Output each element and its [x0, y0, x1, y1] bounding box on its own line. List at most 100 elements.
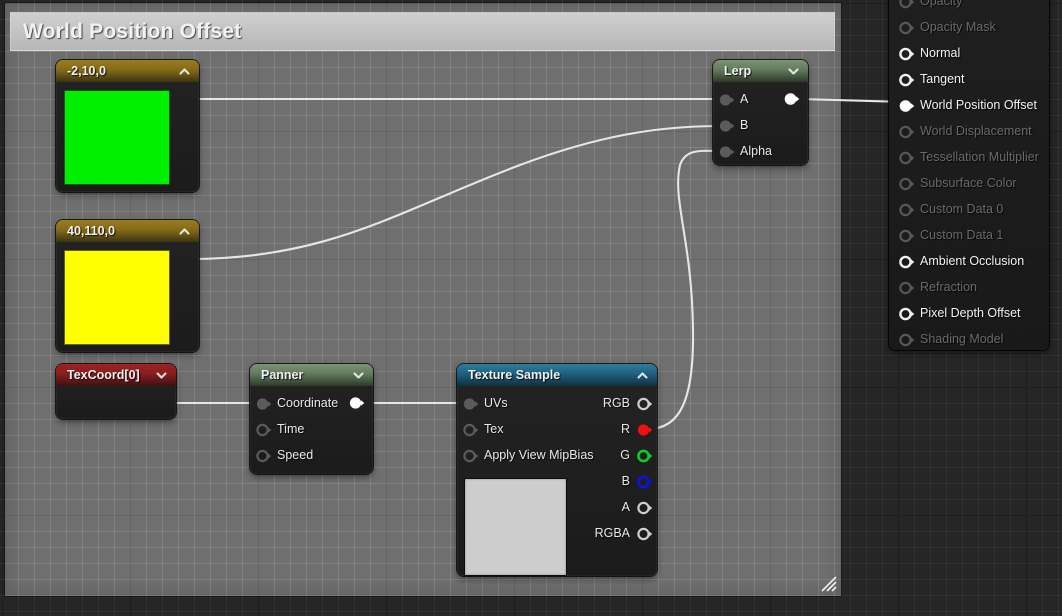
output-pin-a[interactable] — [637, 500, 653, 515]
output-label-a: A — [621, 500, 630, 514]
input-pin-coordinate[interactable] — [256, 396, 272, 410]
chevron-up-icon[interactable] — [636, 369, 649, 382]
node-title: Lerp — [724, 64, 752, 78]
output-label-world-displacement: World Displacement — [920, 124, 1032, 138]
output-row-opacity-mask[interactable]: Opacity Mask — [889, 14, 1049, 40]
input-pin-uvs[interactable] — [463, 396, 479, 410]
input-row-time[interactable]: Time — [256, 416, 304, 442]
output-pin-rgba[interactable] — [637, 526, 653, 541]
input-pin-tex[interactable] — [463, 422, 479, 437]
output-row-g[interactable]: G — [620, 442, 653, 468]
output-row-shading-model[interactable]: Shading Model — [889, 326, 1049, 350]
input-row-b[interactable]: B — [719, 112, 748, 138]
constant-color-swatch[interactable] — [64, 90, 170, 185]
node-material-output[interactable]: Opacity Opacity Mask Normal Tangent Worl… — [889, 0, 1049, 350]
pin-world-position-offset[interactable] — [899, 98, 915, 112]
pin-tessellation-multiplier[interactable] — [899, 150, 915, 165]
pin-opacity[interactable] — [899, 0, 915, 9]
input-pin-time[interactable] — [256, 422, 272, 437]
chevron-up-icon[interactable] — [178, 225, 191, 238]
node-header[interactable]: -2,10,0 — [56, 60, 199, 82]
output-label-rgb: RGB — [602, 396, 630, 410]
node-title: -2,10,0 — [67, 64, 106, 78]
output-pin-result[interactable] — [349, 395, 365, 409]
output-row-world-position-offset[interactable]: World Position Offset — [889, 92, 1049, 118]
node-header[interactable]: Lerp — [713, 60, 808, 82]
pin-refraction[interactable] — [899, 280, 915, 295]
chevron-down-icon[interactable] — [352, 369, 365, 382]
chevron-up-icon[interactable] — [178, 65, 191, 78]
output-label-refraction: Refraction — [920, 280, 977, 294]
node-header[interactable]: 40,110,0 — [56, 220, 199, 242]
node-constant-vector-a[interactable]: -2,10,0 — [56, 60, 199, 192]
output-pin-result[interactable] — [784, 91, 800, 105]
input-row-apply-view-mipbias[interactable]: Apply View MipBias — [463, 442, 594, 468]
output-row-custom-data-0[interactable]: Custom Data 0 — [889, 196, 1049, 222]
node-title: Texture Sample — [468, 368, 561, 382]
input-pin-alpha[interactable] — [719, 144, 735, 158]
pin-world-displacement[interactable] — [899, 124, 915, 139]
input-row-tex[interactable]: Tex — [463, 416, 503, 442]
input-pin-apply-view-mipbias[interactable] — [463, 448, 479, 463]
output-pin-rgb[interactable] — [637, 396, 653, 411]
output-row-r[interactable]: R — [620, 416, 653, 442]
pin-subsurface-color[interactable] — [899, 176, 915, 191]
input-row-uvs[interactable]: UVs — [463, 390, 508, 416]
output-row-ambient-occlusion[interactable]: Ambient Occlusion — [889, 248, 1049, 274]
output-row-refraction[interactable]: Refraction — [889, 274, 1049, 300]
input-row-coordinate[interactable]: Coordinate — [256, 390, 338, 416]
output-row-tessellation-multiplier[interactable]: Tessellation Multiplier — [889, 144, 1049, 170]
pin-tangent[interactable] — [899, 72, 915, 87]
pin-custom-data-0[interactable] — [899, 202, 915, 217]
output-label-ambient-occlusion: Ambient Occlusion — [920, 254, 1025, 268]
input-row-alpha[interactable]: Alpha — [719, 138, 772, 164]
input-label-coordinate: Coordinate — [277, 396, 339, 410]
output-pin-g[interactable] — [637, 448, 653, 463]
pin-opacity-mask[interactable] — [899, 20, 915, 35]
output-row-normal[interactable]: Normal — [889, 40, 1049, 66]
output-label-tessellation-multiplier: Tessellation Multiplier — [920, 150, 1039, 164]
input-row-a[interactable]: A — [719, 86, 748, 112]
pin-normal[interactable] — [899, 46, 915, 61]
output-row-tangent[interactable]: Tangent — [889, 66, 1049, 92]
output-row-rgba[interactable]: RGBA — [595, 520, 653, 546]
output-row-opacity[interactable]: Opacity — [889, 0, 1049, 14]
pin-ambient-occlusion[interactable] — [899, 254, 915, 269]
output-row-rgb[interactable]: RGB — [602, 390, 653, 416]
input-label-b: B — [740, 118, 749, 132]
constant-color-swatch[interactable] — [64, 250, 170, 345]
input-pin-speed[interactable] — [256, 448, 272, 463]
input-label-apply-view-mipbias: Apply View MipBias — [484, 448, 594, 462]
input-pin-a[interactable] — [719, 92, 735, 106]
input-pin-b[interactable] — [719, 118, 735, 132]
pin-custom-data-1[interactable] — [899, 228, 915, 243]
output-pin-b[interactable] — [637, 474, 653, 489]
output-row-subsurface-color[interactable]: Subsurface Color — [889, 170, 1049, 196]
node-texcoord[interactable]: TexCoord[0] — [56, 364, 176, 419]
input-label-speed: Speed — [277, 448, 314, 462]
chevron-down-icon[interactable] — [787, 65, 800, 78]
pin-shading-model[interactable] — [899, 332, 915, 347]
node-header[interactable]: Panner — [250, 364, 373, 386]
output-row-b[interactable]: B — [622, 468, 653, 494]
node-texture-sample[interactable]: Texture Sample UVs Tex Apply View MipBia… — [457, 364, 657, 576]
output-pin-r[interactable] — [637, 422, 653, 436]
output-row-pixel-depth-offset[interactable]: Pixel Depth Offset — [889, 300, 1049, 326]
output-row-a[interactable]: A — [621, 494, 653, 520]
input-label-tex: Tex — [484, 422, 504, 436]
output-label-world-position-offset: World Position Offset — [920, 98, 1037, 112]
texture-preview-thumbnail[interactable] — [464, 478, 567, 576]
output-row-world-displacement[interactable]: World Displacement — [889, 118, 1049, 144]
pin-pixel-depth-offset[interactable] — [899, 306, 915, 321]
node-lerp[interactable]: Lerp A B Alpha — [713, 60, 808, 165]
chevron-down-icon[interactable] — [155, 369, 168, 382]
output-row-custom-data-1[interactable]: Custom Data 1 — [889, 222, 1049, 248]
output-label-tangent: Tangent — [920, 72, 965, 86]
node-panner[interactable]: Panner Coordinate Time Speed — [250, 364, 373, 474]
node-header[interactable]: TexCoord[0] — [56, 364, 176, 386]
input-row-speed[interactable]: Speed — [256, 442, 313, 468]
output-label-r: R — [620, 422, 630, 436]
node-constant-vector-b[interactable]: 40,110,0 — [56, 220, 199, 352]
resize-grip-icon[interactable] — [819, 574, 837, 592]
node-header[interactable]: Texture Sample — [457, 364, 657, 386]
